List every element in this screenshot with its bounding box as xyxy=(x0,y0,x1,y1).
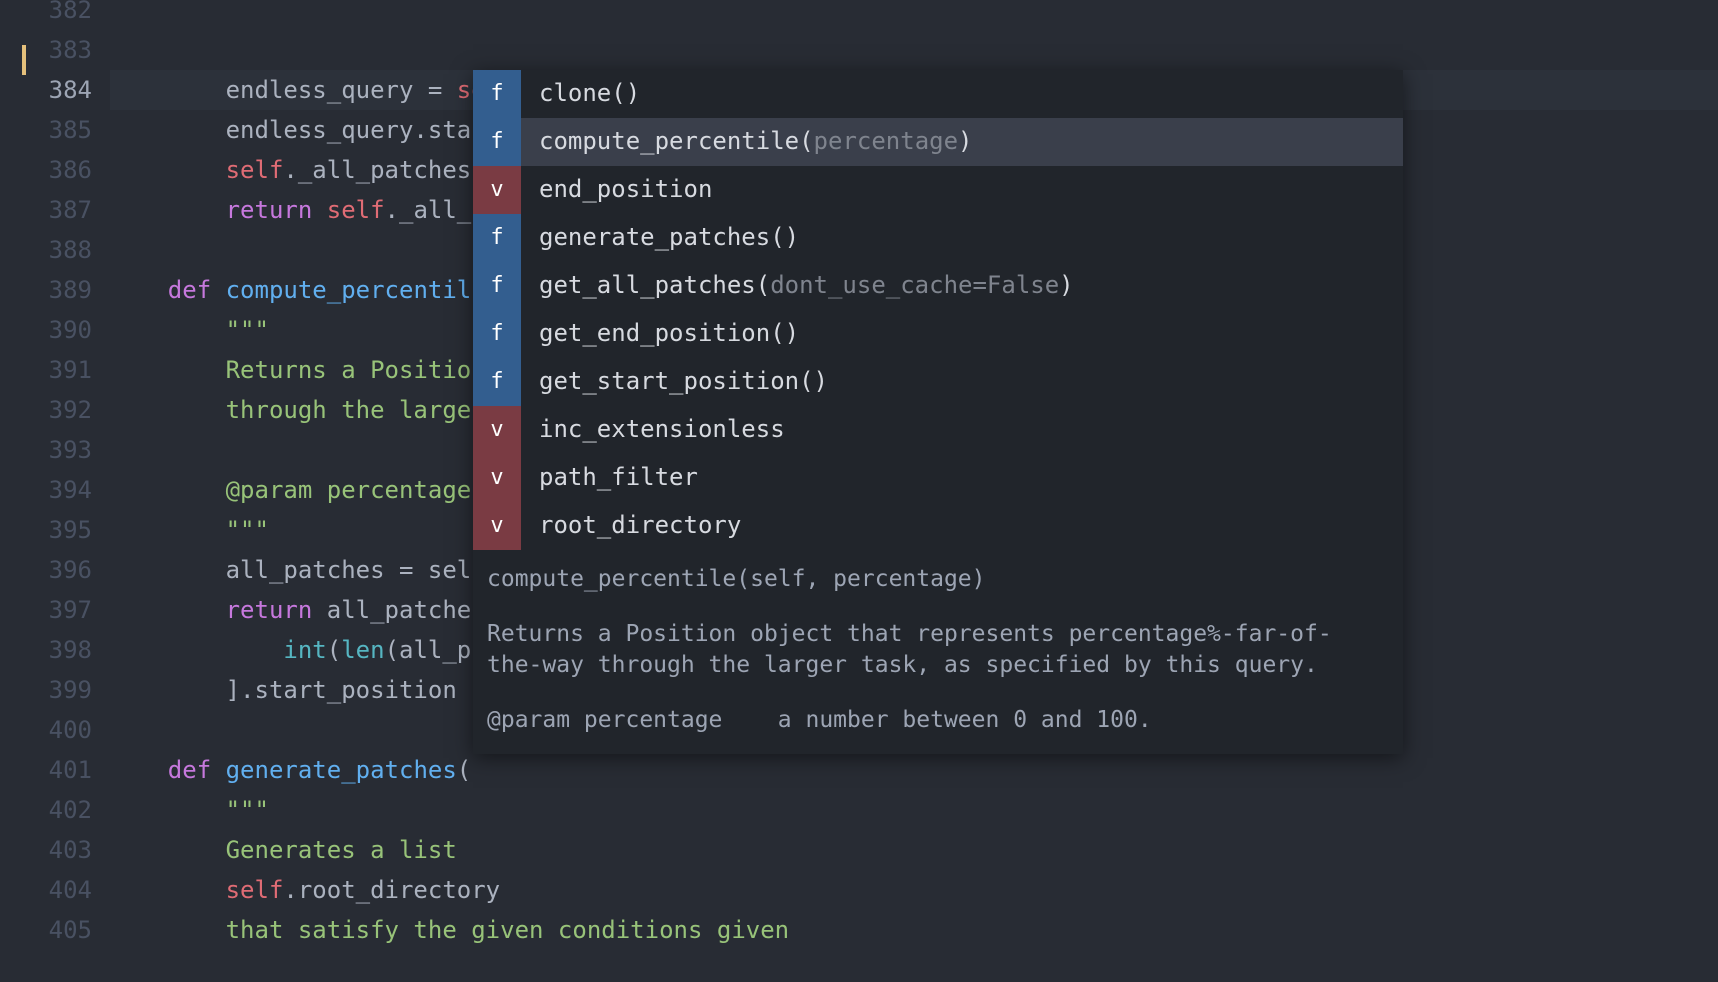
function-icon: f xyxy=(473,214,521,262)
autocomplete-item-inc_extensionless[interactable]: vinc_extensionless xyxy=(473,406,1403,454)
line-number: 387 xyxy=(0,190,92,230)
line-number: 386 xyxy=(0,150,92,190)
function-icon: f xyxy=(473,262,521,310)
variable-icon: v xyxy=(473,454,521,502)
autocomplete-item-compute_percentile[interactable]: fcompute_percentile(percentage) xyxy=(473,118,1403,166)
function-icon: f xyxy=(473,118,521,166)
line-number: 397 xyxy=(0,590,92,630)
doc-signature: compute_percentile(self, percentage) xyxy=(487,564,1385,595)
autocomplete-item-get_end_position[interactable]: fget_end_position() xyxy=(473,310,1403,358)
variable-icon: v xyxy=(473,502,521,550)
autocomplete-item-path_filter[interactable]: vpath_filter xyxy=(473,454,1403,502)
autocomplete-doc: compute_percentile(self, percentage) Ret… xyxy=(473,550,1403,754)
autocomplete-popup[interactable]: fclone()fcompute_percentile(percentage)v… xyxy=(473,70,1403,754)
autocomplete-item-generate_patches[interactable]: fgenerate_patches() xyxy=(473,214,1403,262)
code-line[interactable] xyxy=(110,0,1718,30)
line-marker xyxy=(22,45,26,75)
autocomplete-label: clone() xyxy=(521,77,640,111)
doc-param: @param percentage a number between 0 and… xyxy=(487,705,1385,736)
autocomplete-label: end_position xyxy=(521,173,712,207)
function-icon: f xyxy=(473,310,521,358)
autocomplete-item-end_position[interactable]: vend_position xyxy=(473,166,1403,214)
autocomplete-item-get_all_patches[interactable]: fget_all_patches(dont_use_cache=False) xyxy=(473,262,1403,310)
autocomplete-label: generate_patches() xyxy=(521,221,799,255)
autocomplete-label: get_start_position() xyxy=(521,365,828,399)
autocomplete-label: get_all_patches(dont_use_cache=False) xyxy=(521,269,1074,303)
autocomplete-list[interactable]: fclone()fcompute_percentile(percentage)v… xyxy=(473,70,1403,550)
line-number: 385 xyxy=(0,110,92,150)
line-number: 403 xyxy=(0,830,92,870)
line-number: 383 xyxy=(0,30,92,70)
autocomplete-label: root_directory xyxy=(521,509,741,543)
line-number: 384 xyxy=(0,70,92,110)
autocomplete-label: get_end_position() xyxy=(521,317,799,351)
code-line[interactable] xyxy=(110,30,1718,70)
autocomplete-label: inc_extensionless xyxy=(521,413,785,447)
autocomplete-item-get_start_position[interactable]: fget_start_position() xyxy=(473,358,1403,406)
variable-icon: v xyxy=(473,166,521,214)
gutter: 3823833843853863873883893903913923933943… xyxy=(0,0,110,972)
line-number: 382 xyxy=(0,0,92,30)
variable-icon: v xyxy=(473,406,521,454)
line-number: 388 xyxy=(0,230,92,270)
code-line[interactable]: self.root_directory xyxy=(110,870,1718,910)
line-number: 401 xyxy=(0,750,92,790)
line-number: 405 xyxy=(0,910,92,950)
autocomplete-label: path_filter xyxy=(521,461,698,495)
line-number: 391 xyxy=(0,350,92,390)
doc-description: Returns a Position object that represent… xyxy=(487,619,1385,681)
line-number: 390 xyxy=(0,310,92,350)
line-number: 393 xyxy=(0,430,92,470)
autocomplete-item-clone[interactable]: fclone() xyxy=(473,70,1403,118)
code-line[interactable]: that satisfy the given conditions given xyxy=(110,910,1718,950)
line-number: 394 xyxy=(0,470,92,510)
function-icon: f xyxy=(473,358,521,406)
function-icon: f xyxy=(473,70,521,118)
code-line[interactable]: def generate_patches( xyxy=(110,750,1718,790)
line-number: 392 xyxy=(0,390,92,430)
code-line[interactable]: """ xyxy=(110,790,1718,830)
line-number: 395 xyxy=(0,510,92,550)
line-number: 398 xyxy=(0,630,92,670)
line-number: 389 xyxy=(0,270,92,310)
line-number: 399 xyxy=(0,670,92,710)
code-line[interactable]: Generates a list xyxy=(110,830,1718,870)
autocomplete-item-root_directory[interactable]: vroot_directory xyxy=(473,502,1403,550)
line-number: 396 xyxy=(0,550,92,590)
line-number: 400 xyxy=(0,710,92,750)
line-number: 402 xyxy=(0,790,92,830)
autocomplete-label: compute_percentile(percentage) xyxy=(521,125,973,159)
line-number: 404 xyxy=(0,870,92,910)
